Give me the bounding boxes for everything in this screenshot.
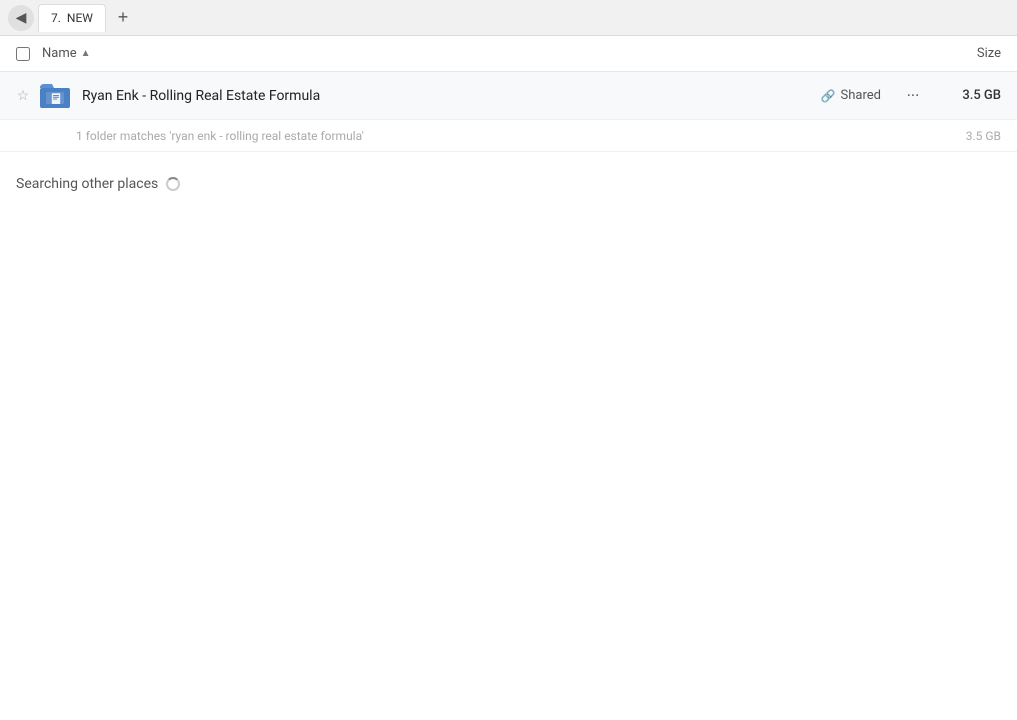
- tab-bar: ◀ 7. NEW +: [0, 0, 1017, 36]
- shared-status: 🔗 Shared: [821, 88, 897, 103]
- back-icon: ◀: [16, 9, 27, 26]
- new-tab-button[interactable]: +: [110, 5, 136, 31]
- searching-text: Searching other places: [16, 176, 158, 192]
- searching-section: Searching other places: [0, 152, 1017, 192]
- more-options-button[interactable]: ···: [897, 80, 929, 112]
- size-column-label: Size: [977, 46, 1001, 61]
- column-header-row: Name ▲ Size: [0, 36, 1017, 72]
- size-column-header[interactable]: Size: [929, 46, 1009, 61]
- searching-label: Searching other places: [16, 176, 1001, 192]
- sort-arrow-icon: ▲: [81, 48, 91, 59]
- more-icon: ···: [907, 86, 920, 105]
- star-button[interactable]: ☆: [8, 88, 38, 104]
- select-all-checkbox-wrapper[interactable]: [8, 47, 38, 61]
- name-column-label: Name: [42, 46, 77, 61]
- folder-icon-wrapper: [38, 82, 74, 110]
- back-button[interactable]: ◀: [8, 5, 34, 31]
- file-row[interactable]: ☆ Ryan Enk - Rolling Real Estate Formula: [0, 72, 1017, 120]
- select-all-checkbox[interactable]: [16, 47, 30, 61]
- loading-spinner-icon: [166, 177, 180, 191]
- link-icon: 🔗: [821, 89, 836, 103]
- shared-label: Shared: [841, 88, 881, 103]
- file-name: Ryan Enk - Rolling Real Estate Formula: [74, 88, 821, 104]
- tab-item[interactable]: 7. NEW: [38, 4, 106, 32]
- tab-number: 7.: [51, 11, 61, 25]
- info-row: 1 folder matches 'ryan enk - rolling rea…: [0, 120, 1017, 152]
- star-icon: ☆: [17, 88, 30, 104]
- name-column-header[interactable]: Name ▲: [38, 46, 929, 61]
- match-info-text: 1 folder matches 'ryan enk - rolling rea…: [76, 129, 929, 143]
- tab-label: NEW: [67, 11, 93, 25]
- folder-icon: [40, 82, 72, 110]
- info-size: 3.5 GB: [929, 129, 1009, 143]
- file-size: 3.5 GB: [929, 88, 1009, 103]
- plus-icon: +: [118, 7, 129, 28]
